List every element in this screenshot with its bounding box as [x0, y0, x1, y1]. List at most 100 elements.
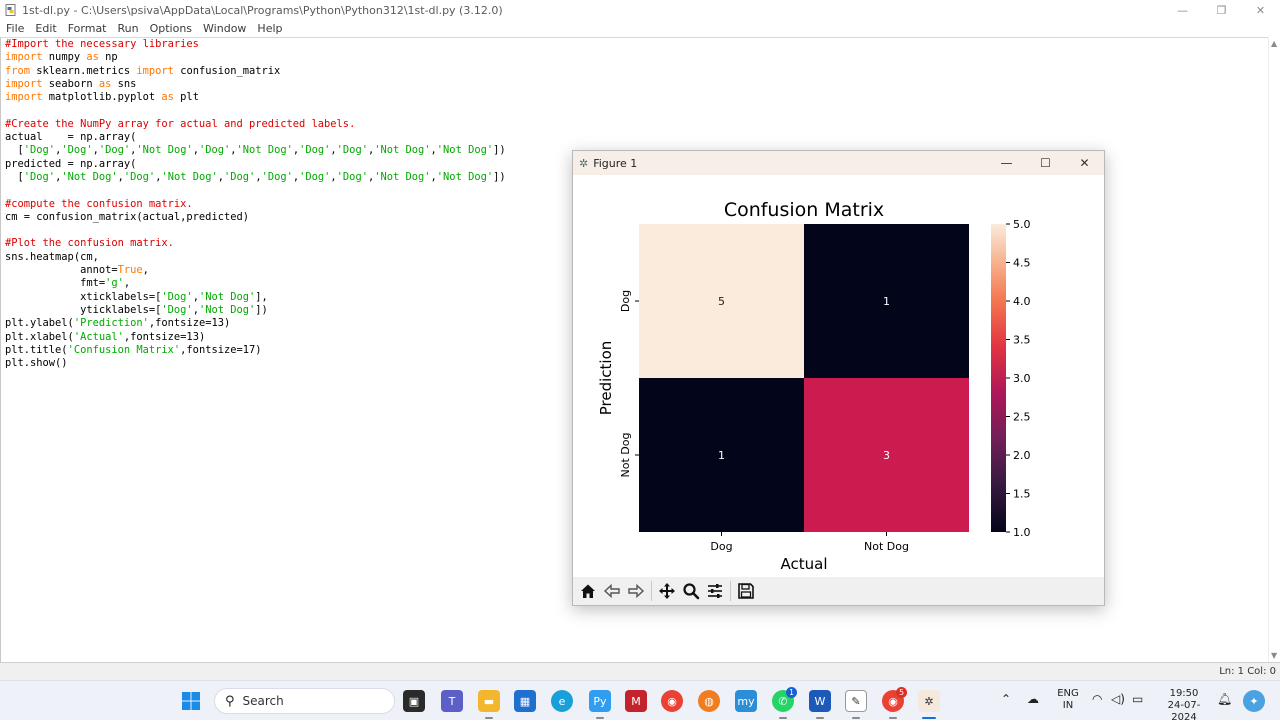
notepad-icon[interactable]: ✎ [845, 690, 867, 712]
figure-toolbar [573, 577, 1104, 605]
y-tick-label: Dog [619, 290, 632, 312]
pan-icon[interactable] [655, 579, 679, 603]
wifi-icon[interactable]: ◠ [1092, 693, 1102, 705]
python-icon[interactable]: Py [589, 690, 611, 712]
cell-annotation: 5 [718, 295, 725, 308]
volume-icon[interactable]: ◁) [1111, 693, 1125, 705]
chrome-icon[interactable]: ◉ [661, 690, 683, 712]
maximize-button[interactable]: ❐ [1202, 0, 1241, 20]
cursor-position: Ln: 1 Col: 0 [1219, 666, 1276, 677]
code-line: #Plot the confusion matrix. [5, 237, 174, 250]
taskbar-search[interactable]: ⚲ Search [214, 688, 395, 714]
chrome-badge: 5 [896, 687, 907, 698]
figure-title: Figure 1 [593, 156, 638, 170]
language-indicator[interactable]: ENG IN [1056, 688, 1080, 712]
mcafee-icon[interactable]: M [625, 690, 647, 712]
save-icon[interactable] [734, 579, 758, 603]
cell-annotation: 3 [883, 449, 890, 462]
code-line: #Import the necessary libraries [5, 38, 199, 50]
running-indicator [852, 717, 860, 719]
menu-help[interactable]: Help [251, 22, 287, 35]
code-line: #Create the NumPy array for actual and p… [5, 117, 356, 130]
language-top: ENG [1057, 688, 1079, 699]
y-axis-label: Prediction [597, 341, 615, 416]
menu-edit[interactable]: Edit [29, 22, 61, 35]
back-icon[interactable] [600, 579, 624, 603]
running-indicator [816, 717, 824, 719]
y-tick-label: Not Dog [619, 433, 632, 478]
clock[interactable]: 19:50 24-07-2024 [1155, 688, 1213, 720]
heatmap-canvas[interactable]: Confusion Matrix 5 1 1 3 Dog Not Dog Dog Not Dog… [573, 175, 1104, 577]
figure-minimize-button[interactable]: — [987, 151, 1026, 175]
code-line: from sklearn.metrics import confusion_ma… [5, 64, 281, 77]
x-tick-label: Not Dog [864, 540, 909, 553]
menu-format[interactable]: Format [62, 22, 112, 35]
scroll-up-icon[interactable]: ▲ [1271, 39, 1277, 48]
mysql-icon[interactable]: my [735, 690, 757, 712]
figure-maximize-button[interactable]: ☐ [1026, 151, 1065, 175]
scroll-down-icon[interactable]: ▼ [1271, 651, 1277, 660]
window-titlebar: 1st-dl.py - C:\Users\psiva\AppData\Local… [0, 0, 1280, 20]
colorbar-tick-label: 3.0 [1013, 372, 1031, 385]
home-icon[interactable] [576, 579, 600, 603]
x-tick-label: Dog [710, 540, 732, 553]
copilot-icon[interactable]: ✦ [1243, 690, 1265, 712]
whatsapp-badge: 1 [786, 687, 797, 698]
language-bottom: IN [1062, 700, 1074, 711]
taskbar: ⚲ Search ▣ T ▬ ▦ e Py M ◉ ◍ my ✆ 1 W ✎ ◉… [0, 680, 1280, 720]
figure-titlebar[interactable]: ✲ Figure 1 — ☐ ✕ [573, 151, 1104, 175]
colorbar-tick-label: 1.0 [1013, 526, 1031, 539]
code-text[interactable]: #Import the necessary libraries import nu… [5, 38, 506, 370]
x-axis-label: Actual [781, 555, 828, 573]
close-button[interactable]: ✕ [1241, 0, 1280, 20]
onedrive-icon[interactable]: ☁ [1027, 693, 1039, 705]
status-bar: Ln: 1 Col: 0 [0, 662, 1280, 680]
menu-options[interactable]: Options [144, 22, 197, 35]
show-hidden-icons-icon[interactable]: ⌃ [1001, 693, 1011, 705]
word-icon[interactable]: W [809, 690, 831, 712]
colorbar-tick-label: 1.5 [1013, 488, 1031, 501]
file-explorer-icon[interactable]: ▬ [478, 690, 500, 712]
running-indicator [596, 717, 604, 719]
matplotlib-taskbar-icon[interactable]: ✲ [918, 690, 940, 712]
clock-time: 19:50 [1169, 688, 1199, 699]
figure-window[interactable]: ✲ Figure 1 — ☐ ✕ Confusion Matrix 5 1 1 3 Dog… [572, 150, 1105, 606]
code-line: cm = confusion_matrix(actual,predicted) [5, 210, 249, 223]
running-indicator [485, 717, 493, 719]
microsoft-store-icon[interactable]: ▦ [514, 690, 536, 712]
task-view-icon[interactable]: ▣ [403, 690, 425, 712]
menu-run[interactable]: Run [112, 22, 144, 35]
figure-close-button[interactable]: ✕ [1065, 151, 1104, 175]
vertical-scrollbar[interactable]: ▲ ▼ [1268, 37, 1280, 662]
menu-file[interactable]: File [0, 22, 29, 35]
colorbar-tick-label: 4.0 [1013, 295, 1031, 308]
minimize-button[interactable]: — [1163, 0, 1202, 20]
running-indicator [889, 717, 897, 719]
teams-icon[interactable]: T [441, 690, 463, 712]
cell-annotation: 1 [883, 295, 890, 308]
colorbar-tick-label: 3.5 [1013, 334, 1031, 347]
code-line: plt.xlabel('Actual',fontsize=13) [5, 330, 206, 343]
code-line: plt.ylabel('Prediction',fontsize=13) [5, 317, 231, 330]
cell-annotation: 1 [718, 449, 725, 462]
code-line: ['Dog','Not Dog','Dog','Not Dog','Dog','… [5, 170, 506, 183]
forward-icon[interactable] [624, 579, 648, 603]
menu-window[interactable]: Window [197, 22, 251, 35]
code-line: ['Dog','Dog','Dog','Not Dog','Dog','Not … [5, 144, 506, 157]
code-line: plt.show() [5, 357, 68, 370]
active-indicator [922, 717, 936, 719]
window-title: 1st-dl.py - C:\Users\psiva\AppData\Local… [22, 3, 503, 17]
code-line: sns.heatmap(cm, [5, 250, 99, 263]
zoom-icon[interactable] [679, 579, 703, 603]
toolbar-separator [730, 581, 731, 601]
colorbar-tick-label: 2.5 [1013, 411, 1031, 424]
edge-icon[interactable]: e [551, 690, 573, 712]
configure-subplots-icon[interactable] [703, 579, 727, 603]
windows-start-icon[interactable] [180, 690, 202, 712]
code-line: import matplotlib.pyplot as plt [5, 91, 199, 104]
notifications-icon[interactable]: 🔔︎ [1217, 693, 1232, 705]
code-line: predicted = np.array( [5, 157, 137, 170]
firefox-icon[interactable]: ◍ [698, 690, 720, 712]
battery-icon[interactable]: ▭ [1132, 693, 1143, 705]
